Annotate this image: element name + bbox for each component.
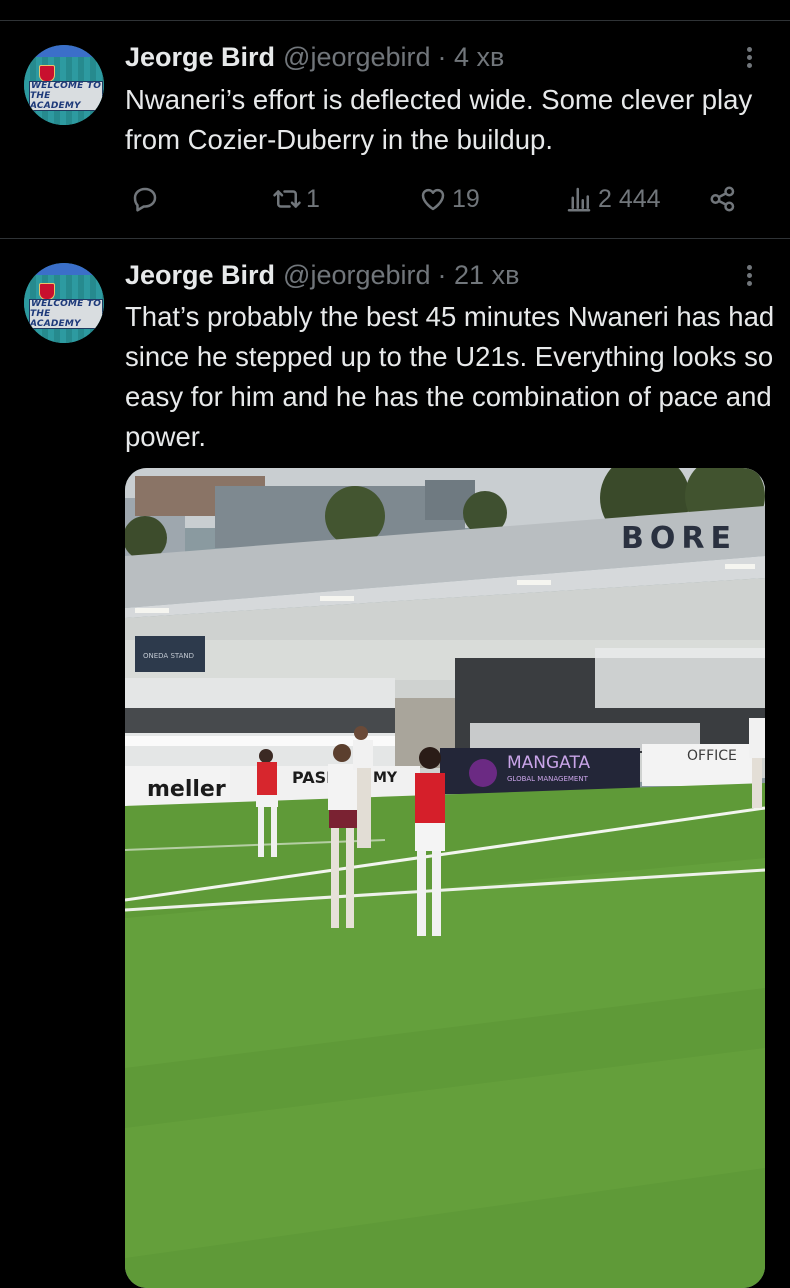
like-button[interactable]: 19 (418, 172, 480, 226)
avatar-sign: WELCOME TO THE ACADEMY (29, 81, 103, 111)
reply-icon (133, 187, 157, 212)
avatar[interactable]: WELCOME TO THE ACADEMY (24, 45, 104, 125)
board-meller: meller (147, 777, 226, 802)
board-office: OFFICE (687, 748, 737, 764)
author-name[interactable]: Jeorge Bird (125, 260, 275, 291)
tweet-time[interactable]: · 21 хв (438, 260, 520, 291)
reply-button[interactable] (130, 172, 160, 226)
board-global-management: GLOBAL MANAGEMENT (507, 775, 589, 783)
tweet-header: Jeorge Bird @jeorgebird · 4 хв (125, 42, 504, 74)
board-mangata: MANGATA (507, 753, 591, 773)
like-count: 19 (452, 184, 480, 213)
share-button[interactable] (708, 172, 738, 226)
tweet-1[interactable]: WELCOME TO THE ACADEMY Jeorge Bird @jeor… (0, 0, 790, 238)
retweet-count: 1 (306, 184, 320, 213)
more-options-icon[interactable] (739, 44, 759, 74)
retweet-button[interactable]: 1 (272, 172, 320, 226)
more-options-icon[interactable] (739, 262, 759, 292)
board-my: MY (373, 770, 398, 786)
tweet-text: Nwaneri’s effort is deflected wide. Some… (125, 84, 753, 155)
views-button[interactable]: 2 444 (564, 172, 661, 226)
retweet-icon (273, 190, 301, 208)
football-pitch-photo: BORE ONEDA STAND meller PASE MY MANGATA … (125, 468, 765, 1288)
tweet-actions: 1 19 2 444 (0, 172, 790, 226)
tweet-time[interactable]: · 4 хв (438, 42, 505, 73)
author-name[interactable]: Jeorge Bird (125, 42, 275, 73)
avatar[interactable]: WELCOME TO THE ACADEMY (24, 263, 104, 343)
author-handle[interactable]: @jeorgebird (283, 260, 431, 291)
like-icon (421, 188, 445, 211)
views-icon (567, 187, 591, 212)
author-handle[interactable]: @jeorgebird (283, 42, 431, 73)
stand-label: ONEDA STAND (143, 652, 194, 660)
arsenal-crest-icon (39, 65, 55, 82)
arsenal-crest-icon (39, 283, 55, 300)
views-count: 2 444 (598, 184, 661, 213)
avatar-sign: WELCOME TO THE ACADEMY (29, 299, 103, 329)
tweet-header: Jeorge Bird @jeorgebird · 21 хв (125, 260, 519, 292)
tweet-text: That’s probably the best 45 minutes Nwan… (125, 301, 775, 452)
tweet-photo[interactable]: BORE ONEDA STAND meller PASE MY MANGATA … (125, 468, 765, 1288)
stand-sign-text: BORE (621, 521, 737, 556)
share-icon (710, 186, 735, 212)
